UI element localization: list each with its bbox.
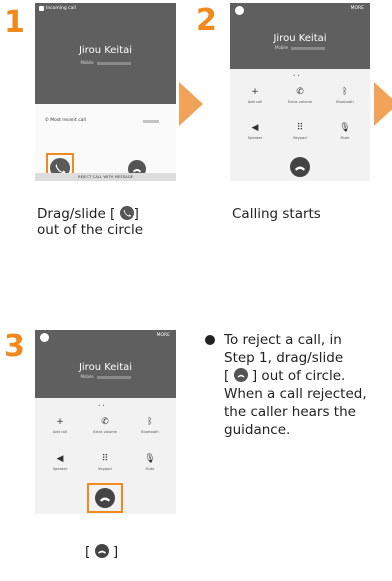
keypad-button[interactable]: ⠿ Keypad (278, 123, 322, 140)
incoming-call-screen: Incoming call Jirou Keitai Mobile ✆ Most… (35, 3, 176, 181)
end-call-screen: MORE Jirou Keitai Mobile •• + Add call ✆ E… (35, 330, 176, 514)
caller-number: Mobile (230, 45, 370, 50)
step1-caption-prefix: Drag/slide [ (37, 206, 116, 222)
caller-avatar-icon (235, 6, 244, 15)
step1-caption: Drag/slide [ ] out of the circle (37, 206, 187, 238)
caller-number: Mobile (35, 374, 176, 379)
keypad-button[interactable]: ⠿ Keypad (83, 454, 127, 471)
caller-name: Jirou Keitai (78, 362, 133, 373)
end-call-button[interactable] (95, 488, 115, 508)
mobile-label: Mobile (274, 45, 289, 50)
mute-button[interactable]: 🎙 Mute (323, 123, 367, 140)
phone-number-redacted (96, 61, 131, 65)
control-label: Keypad (293, 136, 307, 140)
keypad-icon: ⠿ (296, 123, 304, 133)
step3-caption-prefix: [ (85, 544, 91, 560)
control-label: Add call (52, 430, 68, 434)
bluetooth-button[interactable]: ᛒ Bluetooth (128, 417, 172, 434)
speaker-icon: ◀ (56, 454, 64, 464)
step1-caption-suffix: ] (133, 206, 139, 222)
extra-volume-button[interactable]: ✆ Extra volume (278, 87, 322, 104)
next-step-arrow-edge (374, 82, 392, 126)
speaker-button[interactable]: ◀ Speaker (233, 123, 277, 140)
page-dots: •• (293, 73, 302, 78)
bluetooth-icon: ᛒ (147, 417, 153, 427)
more-menu[interactable]: MORE (351, 6, 364, 11)
control-label: Mute (145, 467, 155, 471)
mute-icon: 🎙 (144, 454, 156, 464)
call-status-icon (39, 6, 44, 11)
control-label: Mute (340, 136, 350, 140)
decline-phone-icon (233, 368, 248, 382)
caller-avatar-icon (40, 333, 49, 342)
bluetooth-button[interactable]: ᛒ Bluetooth (323, 87, 367, 104)
volume-boost-icon: ✆ (101, 417, 109, 427)
answer-phone-icon (119, 206, 134, 220)
note-line-3-suffix: ] out of circle. (251, 368, 346, 384)
phone-number-redacted (96, 375, 131, 379)
caller-name: Jirou Keitai (273, 33, 327, 44)
caller-name: Jirou Keitai (78, 45, 133, 56)
recent-call-label: Most recent call (50, 118, 86, 123)
recent-call-time (143, 120, 159, 123)
mobile-label: Mobile (80, 374, 94, 379)
speaker-button[interactable]: ◀ Speaker (38, 454, 82, 471)
mute-button[interactable]: 🎙 Mute (128, 454, 172, 471)
bullet-icon (205, 335, 215, 345)
recent-call-row[interactable]: ✆ Most recent call (45, 118, 86, 123)
step3-caption-suffix: ] (112, 544, 119, 560)
end-call-icon (94, 544, 109, 558)
mute-icon: 🎙 (339, 123, 351, 133)
note-line-6: guidance. (224, 422, 291, 438)
control-label: Add call (247, 100, 263, 104)
end-call-icon (295, 166, 305, 171)
step-number-1: 1 (4, 5, 25, 40)
control-label: Extra volume (93, 430, 117, 434)
status-text: Incoming call (46, 6, 76, 11)
mobile-label: Mobile (80, 60, 94, 65)
extra-volume-button[interactable]: ✆ Extra volume (83, 417, 127, 434)
control-label: Speaker (52, 467, 68, 471)
control-label: Extra volume (288, 100, 312, 104)
reject-call-note: To reject a call, in Step 1, drag/slide … (224, 331, 390, 439)
next-step-arrow (179, 82, 203, 126)
step-number-3: 3 (4, 329, 25, 364)
page-dots: •• (98, 403, 107, 408)
control-label: Bluetooth (141, 430, 159, 434)
step1-caption-line2: out of the circle (37, 222, 144, 238)
control-label: Keypad (98, 467, 112, 471)
control-label: Speaker (247, 136, 263, 140)
note-line-5: the caller hears the (224, 404, 356, 420)
step2-caption: Calling starts (232, 206, 321, 222)
speaker-icon: ◀ (251, 123, 259, 133)
step3-caption: [ ] (85, 544, 118, 560)
step-number-2: 2 (196, 3, 217, 38)
control-label: Bluetooth (336, 100, 354, 104)
reject-with-message-bar[interactable]: REJECT CALL WITH MESSAGE (35, 173, 176, 181)
end-call-icon (100, 497, 110, 502)
add-call-button[interactable]: + Add call (233, 87, 277, 104)
more-menu[interactable]: MORE (157, 333, 170, 338)
in-call-screen: MORE Jirou Keitai Mobile •• + Add call ✆ E… (230, 3, 370, 181)
plus-icon: + (56, 417, 64, 427)
end-call-button[interactable] (290, 157, 310, 177)
bluetooth-icon: ᛒ (342, 87, 348, 97)
add-call-button[interactable]: + Add call (38, 417, 82, 434)
note-line-1: To reject a call, in (224, 332, 342, 348)
caller-number: Mobile (35, 60, 176, 65)
keypad-icon: ⠿ (101, 454, 109, 464)
note-line-4: When a call rejected, (224, 386, 367, 402)
phone-number-redacted (291, 46, 326, 50)
volume-boost-icon: ✆ (296, 87, 304, 97)
plus-icon: + (251, 87, 259, 97)
note-line-3-prefix: [ (224, 368, 230, 384)
note-line-2: Step 1, drag/slide (224, 350, 344, 366)
